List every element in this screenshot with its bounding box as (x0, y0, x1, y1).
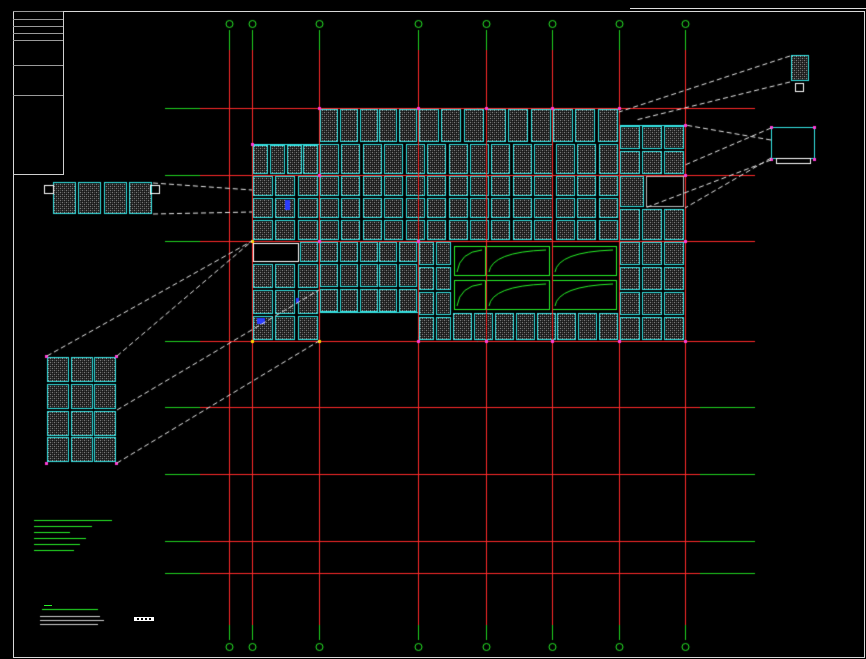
title-block-row (13, 11, 63, 19)
title-block-row (13, 95, 63, 175)
legend-title (44, 605, 52, 606)
title-block-row (13, 65, 63, 95)
frame-top-line (630, 8, 866, 9)
scale-bar-icon (134, 617, 154, 621)
structural-plan-drawing (0, 0, 866, 659)
title-block-row (13, 40, 63, 65)
title-block (13, 11, 64, 175)
title-block-row (13, 19, 63, 26)
title-block-row (13, 26, 63, 33)
title-block-row (13, 33, 63, 40)
